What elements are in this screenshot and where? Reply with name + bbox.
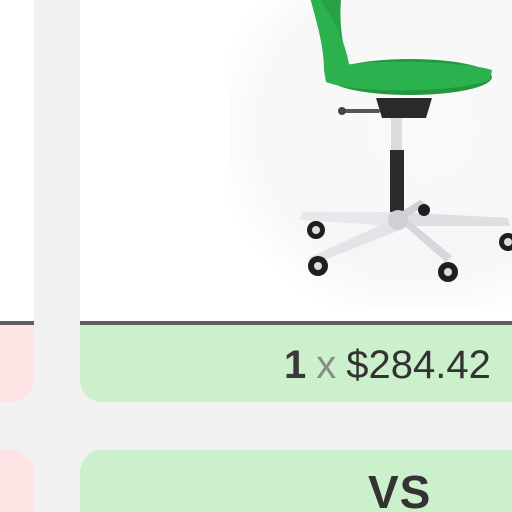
product-image-area[interactable] <box>80 0 512 321</box>
price-line: 1 x $284.42 <box>284 342 491 388</box>
left-vs-row <box>0 450 34 512</box>
office-chair-icon <box>300 0 512 282</box>
left-product-image-area[interactable] <box>0 0 34 321</box>
quantity-value: 1 <box>284 343 307 387</box>
price-row: 1 x $284.42 <box>80 325 512 402</box>
price-value: $284.42 <box>346 343 491 387</box>
times-symbol: x <box>316 343 337 387</box>
vs-row: VS <box>80 450 512 512</box>
comparison-page: 1 x $284.42 VS <box>0 0 512 512</box>
left-price-row <box>0 325 34 402</box>
vs-label: VS <box>368 466 432 512</box>
